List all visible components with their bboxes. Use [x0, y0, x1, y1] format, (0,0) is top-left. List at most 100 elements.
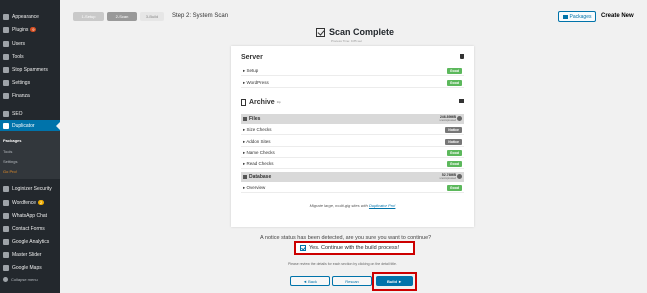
sidebar-item-label: WhatsApp Chat	[12, 212, 48, 219]
sidebar-item-label: Duplicator	[12, 122, 35, 129]
archive-row-addon-sites[interactable]: Addon Sites Notice	[241, 137, 464, 147]
archive-section-header[interactable]: Archive zip	[241, 96, 464, 108]
migrate-text: Migrate large, multi-gig sites with	[309, 203, 368, 208]
server-section-header[interactable]: Server	[241, 51, 464, 63]
sidebar-item-wordfence[interactable]: Wordfence 2	[0, 197, 60, 208]
collapse-label: Collapse menu	[11, 277, 38, 282]
sidebar-item-label: Tools	[12, 53, 24, 60]
sidebar-item-label: Appearance	[12, 13, 39, 20]
map-icon	[3, 264, 9, 271]
wordfence-icon	[3, 199, 9, 206]
seo-icon	[3, 110, 9, 117]
files-label: Files	[249, 116, 261, 122]
sidebar-item-label: Plugins	[12, 26, 29, 33]
packages-label: Packages	[569, 13, 592, 20]
sidebar-item-contact-forms[interactable]: Contact Forms	[0, 223, 60, 234]
archive-row-size-checks[interactable]: Size Checks Notice	[241, 125, 464, 135]
slider-icon	[3, 251, 9, 258]
sidebar-item-label: Stop Spammers	[12, 66, 48, 73]
sidebar-item-label: Wordfence	[12, 199, 37, 206]
analytics-icon	[3, 238, 9, 245]
database-group-header: Database 52.76MB uncompressed	[241, 172, 464, 182]
continue-confirm-checkbox[interactable]: Yes. Continue with the build process!	[294, 241, 415, 255]
step-scan: 2-Scan	[107, 12, 137, 21]
sidebar-item-label: Master Slider	[12, 251, 42, 258]
checkbox-icon[interactable]	[300, 245, 306, 251]
sidebar-item-label: SEO	[12, 110, 23, 117]
files-group-header: Files 246.89MB uncompressed	[241, 114, 464, 124]
database-size-sub: uncompressed	[439, 177, 456, 180]
server-row-setup[interactable]: Setup Good	[241, 66, 464, 76]
paintbrush-icon	[3, 13, 9, 20]
sidebar-item-duplicator[interactable]: Duplicator	[0, 120, 60, 131]
help-icon[interactable]	[457, 116, 462, 121]
row-label: Setup	[243, 68, 259, 74]
sidebar-item-google-maps[interactable]: Google Maps	[0, 262, 60, 273]
status-badge: Good	[446, 80, 462, 86]
sidebar-item-seo[interactable]: SEO	[0, 108, 60, 119]
back-button[interactable]: ◄ Back	[290, 276, 330, 286]
files-size-sub: uncompressed	[439, 119, 456, 122]
archive-title: Archive	[249, 98, 275, 106]
archive-row-name-checks[interactable]: Name Checks Good	[241, 148, 464, 158]
status-badge: Notice	[445, 127, 462, 133]
row-label: Addon Sites	[243, 139, 270, 145]
submenu-go-pro[interactable]: Go Pro!	[0, 166, 60, 176]
row-label: WordPress	[243, 80, 269, 86]
server-row-wordpress[interactable]: WordPress Good	[241, 78, 464, 88]
collapse-icon	[3, 277, 8, 282]
sidebar-item-label: Users	[12, 40, 26, 47]
process-time: Process Time: 9.85 sec	[331, 39, 363, 43]
step-build: 3-Build	[140, 12, 164, 21]
scan-results-panel: Server Setup Good WordPress Good Archivezi…	[231, 46, 474, 227]
users-icon	[3, 40, 9, 47]
scan-complete-title: Scan Complete	[316, 27, 394, 37]
sidebar-item-label: Google Maps	[12, 264, 42, 271]
submenu-settings[interactable]: Settings	[0, 156, 60, 166]
page: Appearance Plugins 9 Users Tools Stop Spa…	[0, 0, 647, 293]
archive-format: zip	[276, 100, 281, 104]
row-label: Size Checks	[243, 127, 272, 133]
sidebar-item-google-analytics[interactable]: Google Analytics	[0, 236, 60, 247]
row-label: Read Checks	[243, 161, 274, 167]
sidebar-item-whatsapp[interactable]: WhatsApp Chat	[0, 210, 60, 221]
status-badge: Notice	[445, 139, 462, 145]
archive-box-icon	[459, 99, 464, 103]
archive-row-read-checks[interactable]: Read Checks Good	[241, 159, 464, 169]
sidebar-item-loginizer[interactable]: Loginizer Security	[0, 183, 60, 194]
trash-icon	[460, 54, 464, 59]
sidebar-item-finanza[interactable]: Finanza	[0, 90, 60, 101]
archive-row-overview[interactable]: Overview Good	[241, 183, 464, 193]
sidebar-item-appearance[interactable]: Appearance	[0, 11, 60, 22]
sidebar-item-label: Loginizer Security	[12, 185, 52, 192]
rescan-button[interactable]: Rescan	[332, 276, 372, 286]
sidebar-item-users[interactable]: Users	[0, 38, 60, 49]
update-badge: 9	[30, 27, 37, 32]
settings-icon	[3, 79, 9, 86]
submenu-packages[interactable]: Packages	[0, 135, 60, 145]
sidebar-item-label: Google Analytics	[12, 238, 50, 245]
current-menu-arrow	[56, 122, 60, 130]
sidebar-item-master-slider[interactable]: Master Slider	[0, 249, 60, 260]
sidebar-item-settings[interactable]: Settings	[0, 77, 60, 88]
help-icon[interactable]	[457, 174, 462, 179]
collapse-menu[interactable]: Collapse menu	[3, 277, 38, 282]
row-label: Overview	[243, 185, 266, 191]
gear-icon	[3, 185, 9, 192]
whatsapp-icon	[3, 212, 9, 219]
database-icon	[243, 175, 247, 179]
packages-button[interactable]: Packages	[558, 11, 596, 22]
admin-sidebar: Appearance Plugins 9 Users Tools Stop Spa…	[0, 0, 60, 293]
plugin-icon	[3, 26, 9, 33]
create-new-link[interactable]: Create New	[601, 13, 634, 19]
sidebar-item-stop-spammers[interactable]: Stop Spammers	[0, 64, 60, 75]
status-badge: Good	[446, 68, 462, 74]
migrate-promo: Migrate large, multi-gig sites with Dupl…	[231, 203, 474, 208]
submenu-tools[interactable]: Tools	[0, 146, 60, 156]
finance-icon	[3, 92, 9, 99]
status-badge: Good	[446, 150, 462, 156]
sidebar-item-tools[interactable]: Tools	[0, 51, 60, 62]
duplicator-pro-link[interactable]: Duplicator Pro!	[369, 203, 395, 208]
build-button[interactable]: Build ►	[376, 276, 413, 286]
sidebar-item-plugins[interactable]: Plugins 9	[0, 24, 60, 35]
